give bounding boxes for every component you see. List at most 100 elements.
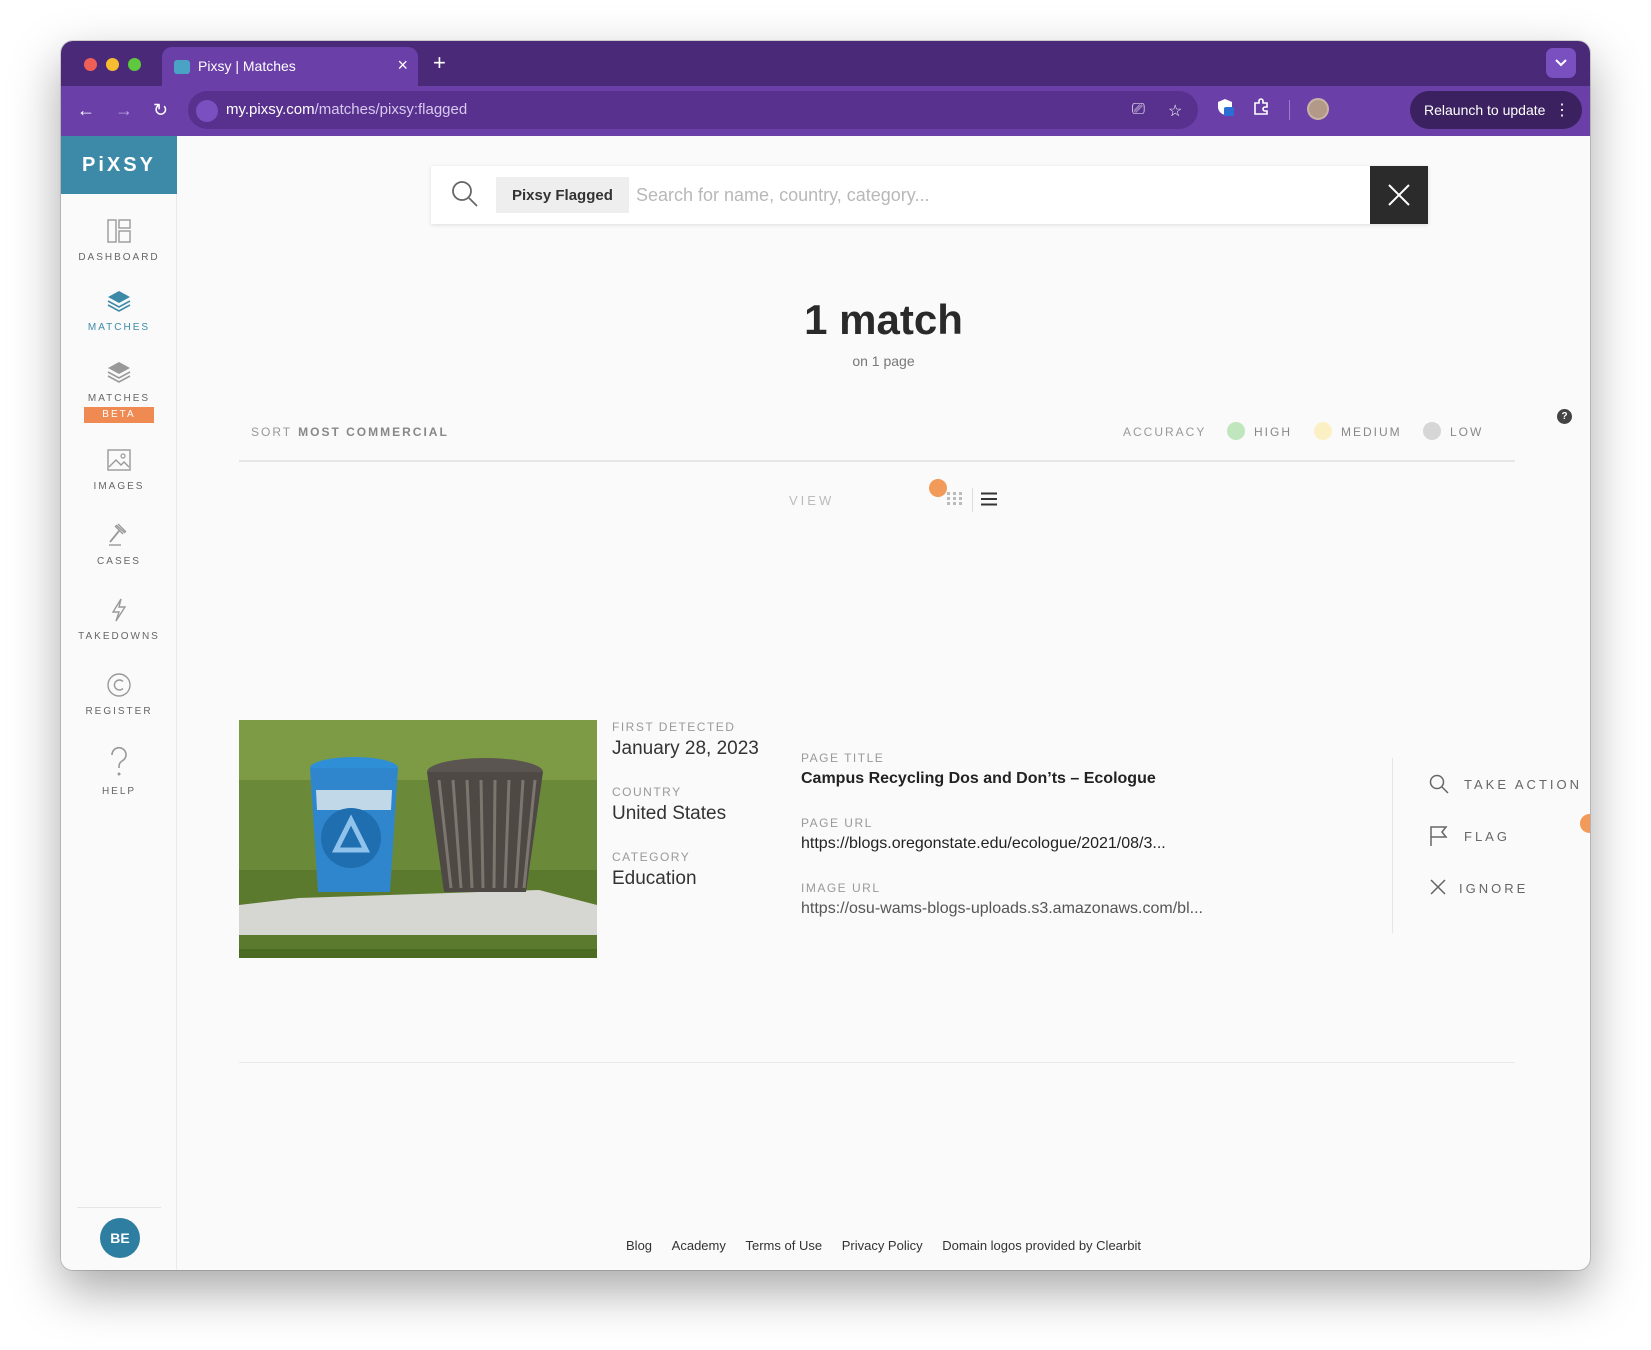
page-title-value: Campus Recycling Dos and Don’ts – Ecolog… xyxy=(801,770,1156,787)
browser-toolbar: ← → ↻ my.pixsy.com/matches/pixsy:flagged… xyxy=(61,86,1590,136)
gavel-icon xyxy=(109,523,127,546)
accuracy-filter-low[interactable]: LOW xyxy=(1423,422,1483,440)
footer: Blog Academy Terms of Use Privacy Policy… xyxy=(177,1238,1590,1253)
accuracy-help-icon[interactable]: ? xyxy=(1557,409,1572,424)
site-settings-icon[interactable] xyxy=(196,100,218,122)
footer-link-privacy[interactable]: Privacy Policy xyxy=(842,1238,923,1253)
recycling-bins-image xyxy=(239,720,597,958)
category-value: Education xyxy=(612,868,697,889)
sidebar-item-label: IMAGES xyxy=(93,481,145,492)
main-content: Pixsy Flagged 1 match on 1 page SORT MOST… xyxy=(177,136,1590,1270)
bookmark-star-icon[interactable]: ☆ xyxy=(1168,101,1182,121)
pixsy-logo[interactable]: PiXSY xyxy=(61,136,177,194)
image-url-label: IMAGE URL xyxy=(801,881,881,895)
match-thumbnail[interactable] xyxy=(239,720,597,958)
url-text: my.pixsy.com/matches/pixsy:flagged xyxy=(226,101,468,118)
sidebar-item-register[interactable]: REGISTER xyxy=(61,672,177,717)
take-action-button[interactable]: TAKE ACTION xyxy=(1429,774,1582,794)
footer-link-academy[interactable]: Academy xyxy=(672,1238,726,1253)
category-label: CATEGORY xyxy=(612,850,691,864)
sidebar: PiXSY DASHBOARD MATCHES MATCHES BETA IMA… xyxy=(61,136,177,1270)
flag-button[interactable]: FLAG xyxy=(1429,826,1510,846)
list-view-icon[interactable] xyxy=(980,492,998,506)
tab-close-icon[interactable]: × xyxy=(397,55,408,75)
country-value: United States xyxy=(612,803,727,824)
beta-badge: BETA xyxy=(84,407,154,423)
accuracy-filter-high[interactable]: HIGH xyxy=(1227,422,1292,440)
search-input[interactable] xyxy=(636,176,1336,214)
puzzle-extensions-icon[interactable] xyxy=(1252,98,1270,116)
magnifier-icon xyxy=(1429,774,1449,794)
accuracy-label: ACCURACY xyxy=(1123,425,1207,439)
first-detected-value: January 28, 2023 xyxy=(612,738,759,759)
sidebar-item-label: REGISTER xyxy=(85,706,153,717)
close-window-button[interactable] xyxy=(84,58,97,71)
page-url-link[interactable]: https://blogs.oregonstate.edu/ecologue/2… xyxy=(801,835,1231,853)
sidebar-item-matches-beta[interactable]: MATCHES BETA xyxy=(61,359,177,423)
lightning-icon xyxy=(111,598,127,622)
match-count: 1 match xyxy=(804,296,963,343)
view-label: VIEW xyxy=(789,493,835,508)
page-title-label: PAGE TITLE xyxy=(801,751,885,765)
new-tab-button[interactable]: + xyxy=(433,50,446,76)
sort-label: SORT xyxy=(251,425,293,439)
chevron-down-icon xyxy=(1555,59,1567,67)
toolbar-divider xyxy=(1289,100,1290,120)
footer-link-clearbit[interactable]: Domain logos provided by Clearbit xyxy=(942,1238,1141,1253)
sidebar-item-cases[interactable]: CASES xyxy=(61,522,177,567)
sort-control[interactable]: SORT MOST COMMERCIAL xyxy=(251,425,449,439)
sidebar-item-images[interactable]: IMAGES xyxy=(61,447,177,492)
flag-icon xyxy=(1430,826,1448,846)
favicon-icon xyxy=(174,60,190,74)
question-mark-icon xyxy=(111,746,127,776)
address-bar[interactable]: my.pixsy.com/matches/pixsy:flagged ⎚ ☆ xyxy=(188,91,1198,129)
sidebar-item-label: DASHBOARD xyxy=(78,252,160,263)
relaunch-button[interactable]: Relaunch to update ⋮ xyxy=(1410,91,1582,129)
install-app-icon[interactable]: ⎚ xyxy=(1132,101,1145,119)
tab-bar: Pixsy | Matches × + xyxy=(61,41,1590,86)
minimize-window-button[interactable] xyxy=(106,58,119,71)
footer-link-blog[interactable]: Blog xyxy=(626,1238,652,1253)
accuracy-filter-medium[interactable]: MEDIUM xyxy=(1314,422,1402,440)
ignore-button[interactable]: IGNORE xyxy=(1429,879,1529,896)
sidebar-item-label: TAKEDOWNS xyxy=(78,631,160,642)
sidebar-item-help[interactable]: HELP xyxy=(61,746,177,797)
sidebar-item-label: HELP xyxy=(101,786,137,797)
layers-icon xyxy=(107,362,131,383)
back-button[interactable]: ← xyxy=(77,100,95,121)
shield-extension-icon[interactable] xyxy=(1216,98,1234,116)
user-avatar[interactable]: BE xyxy=(100,1218,140,1258)
tab-title: Pixsy | Matches xyxy=(198,58,296,74)
maximize-window-button[interactable] xyxy=(128,58,141,71)
sidebar-item-label: CASES xyxy=(97,556,141,567)
profile-avatar[interactable] xyxy=(1307,98,1329,120)
flag-indicator-dot xyxy=(1580,814,1590,833)
footer-link-terms[interactable]: Terms of Use xyxy=(746,1238,823,1253)
tab-search-button[interactable] xyxy=(1546,48,1576,78)
notification-dot xyxy=(929,479,947,497)
ignore-label: IGNORE xyxy=(1459,881,1529,896)
reload-button[interactable]: ↻ xyxy=(153,100,168,121)
actions-separator xyxy=(1392,758,1393,933)
page-count: on 1 page xyxy=(852,353,915,369)
filter-chip[interactable]: Pixsy Flagged xyxy=(496,177,629,213)
sidebar-item-label: MATCHES xyxy=(87,393,151,404)
first-detected-label: FIRST DETECTED xyxy=(612,720,736,734)
copyright-icon xyxy=(107,673,131,697)
sidebar-item-takedowns[interactable]: TAKEDOWNS xyxy=(61,597,177,642)
clear-search-button[interactable] xyxy=(1370,166,1428,224)
accuracy-level-label: MEDIUM xyxy=(1341,425,1402,439)
sidebar-divider xyxy=(77,1207,161,1208)
flag-label: FLAG xyxy=(1464,829,1510,844)
accuracy-level-label: HIGH xyxy=(1254,425,1292,439)
take-action-label: TAKE ACTION xyxy=(1464,777,1582,792)
sidebar-item-matches[interactable]: MATCHES xyxy=(61,288,177,333)
layers-icon xyxy=(107,291,131,312)
forward-button[interactable]: → xyxy=(115,100,133,121)
grid-view-icon[interactable] xyxy=(947,492,963,506)
close-icon xyxy=(1388,184,1410,206)
high-dot-icon xyxy=(1227,422,1245,440)
image-url-link[interactable]: https://osu-wams-blogs-uploads.s3.amazon… xyxy=(801,900,1231,918)
browser-tab[interactable]: Pixsy | Matches × xyxy=(162,47,418,86)
sidebar-item-dashboard[interactable]: DASHBOARD xyxy=(61,218,177,263)
